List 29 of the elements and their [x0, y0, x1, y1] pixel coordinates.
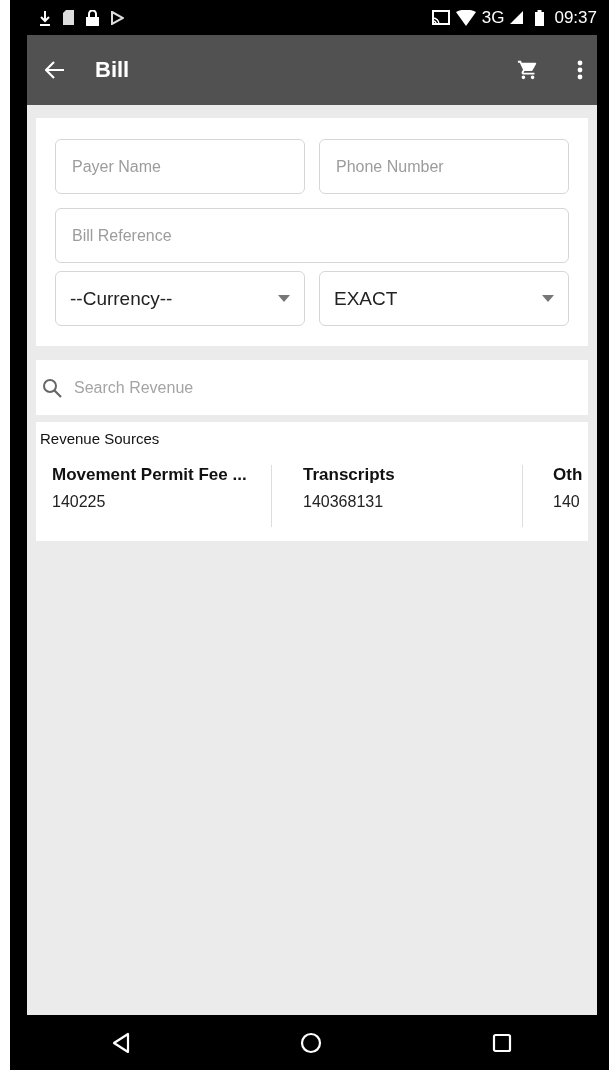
network-type: 3G: [481, 7, 505, 28]
search-icon: [42, 377, 62, 398]
back-nav-button[interactable]: [112, 1031, 130, 1054]
recents-nav-button[interactable]: [492, 1032, 512, 1053]
revenue-source-item[interactable]: Transcripts 140368131: [291, 465, 523, 527]
dropdown[interactable]: --Currency--: [55, 271, 305, 326]
wifi-icon: [455, 9, 476, 26]
sd-card-icon: [63, 10, 74, 25]
battery-icon: [535, 9, 545, 26]
play-icon: [111, 10, 124, 25]
signal-icon: [510, 11, 524, 24]
caret-icon: [278, 295, 290, 302]
lock-icon: [86, 9, 99, 26]
back-button[interactable]: [45, 61, 65, 79]
home-nav-button[interactable]: [300, 1031, 322, 1054]
text-field[interactable]: Payer Name: [55, 139, 305, 194]
caret-icon: [542, 295, 554, 302]
text-field[interactable]: Bill Reference: [55, 208, 569, 263]
dropdown[interactable]: EXACT: [319, 271, 569, 326]
cast-icon: [431, 10, 450, 25]
screen-title: Bill: [95, 57, 131, 83]
more-menu-button[interactable]: [577, 60, 583, 80]
revenue-source-item[interactable]: Movement Permit Fee ... 140225: [40, 465, 272, 527]
text-field[interactable]: Phone Number: [319, 139, 569, 194]
cart-button[interactable]: [517, 59, 539, 81]
section-heading: Revenue Sources: [40, 430, 161, 447]
revenue-source-item[interactable]: Oth 140: [542, 465, 583, 527]
clock: 09:37: [554, 7, 597, 28]
download-icon: [39, 9, 51, 26]
